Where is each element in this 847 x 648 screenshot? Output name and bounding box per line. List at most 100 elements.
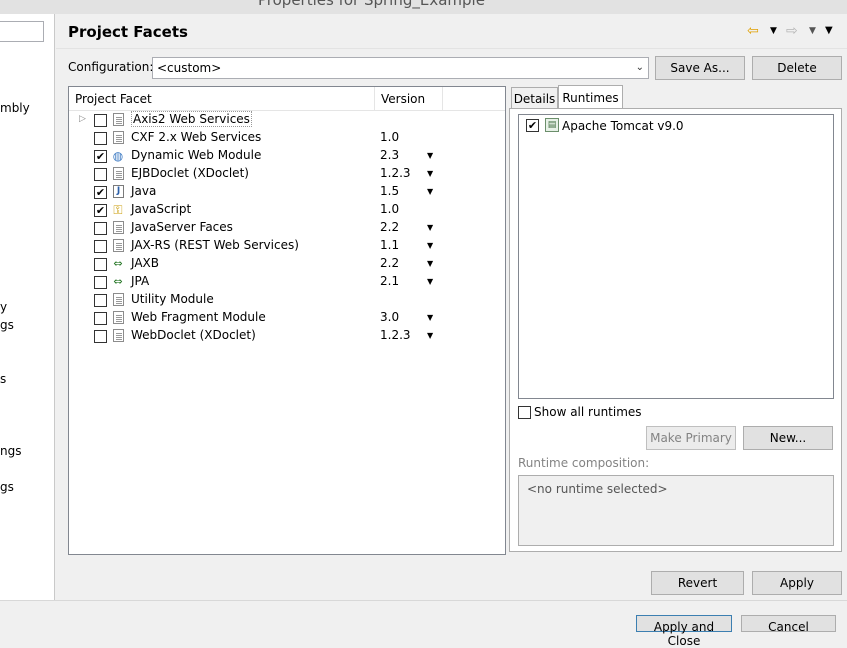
window-titlebar: Properties for Spring_Example bbox=[0, 0, 847, 14]
checkbox[interactable] bbox=[518, 406, 531, 419]
checkbox[interactable]: ✔ bbox=[94, 186, 107, 199]
version-dropdown-icon[interactable]: ▼ bbox=[427, 184, 433, 200]
configuration-value: <custom> bbox=[157, 61, 222, 75]
table-row[interactable]: ✔ ◍ Dynamic Web Module 2.3 ▼ bbox=[69, 147, 505, 165]
forward-menu-icon[interactable]: ▼ bbox=[809, 24, 816, 38]
facet-name: WebDoclet (XDoclet) bbox=[131, 328, 256, 342]
checkbox[interactable] bbox=[94, 132, 107, 145]
revert-button[interactable]: Revert bbox=[651, 571, 744, 595]
facet-version: 1.1 bbox=[380, 238, 400, 252]
cancel-button[interactable]: Cancel bbox=[741, 615, 836, 634]
save-as-button[interactable]: Save As... bbox=[655, 56, 745, 80]
version-dropdown-icon[interactable]: ▼ bbox=[427, 166, 433, 182]
tree-item-fragment[interactable]: mbly bbox=[0, 101, 30, 115]
java-icon: J bbox=[113, 185, 124, 198]
table-row[interactable]: ▷ Axis2 Web Services bbox=[69, 111, 505, 129]
table-row[interactable]: WebDoclet (XDoclet) 1.2.3 ▼ bbox=[69, 327, 505, 345]
facet-version: 2.1 bbox=[380, 274, 400, 288]
checkbox[interactable] bbox=[94, 312, 107, 325]
facet-version: 1.2.3 bbox=[380, 328, 411, 342]
version-dropdown-icon[interactable]: ▼ bbox=[427, 310, 433, 326]
checkbox[interactable] bbox=[94, 258, 107, 271]
apply-and-close-button[interactable]: Apply and Close bbox=[636, 615, 732, 648]
facet-name: Dynamic Web Module bbox=[131, 148, 262, 162]
table-row[interactable]: JavaServer Faces 2.2 ▼ bbox=[69, 219, 505, 237]
runtime-name: Apache Tomcat v9.0 bbox=[562, 119, 684, 133]
facet-name: Java bbox=[131, 184, 157, 198]
checkbox[interactable] bbox=[94, 114, 107, 127]
jaxb-icon: ⇔ bbox=[113, 257, 123, 270]
column-header-facet[interactable]: Project Facet bbox=[69, 87, 375, 111]
apply-button[interactable]: Apply bbox=[752, 571, 842, 595]
version-dropdown-icon[interactable]: ▼ bbox=[427, 274, 433, 290]
table-row[interactable]: Web Fragment Module 3.0 ▼ bbox=[69, 309, 505, 327]
configuration-label: Configuration: bbox=[68, 60, 154, 74]
checkbox[interactable] bbox=[94, 294, 107, 307]
tab-runtimes[interactable]: Runtimes bbox=[558, 85, 623, 109]
facet-name: CXF 2.x Web Services bbox=[131, 130, 262, 144]
document-icon bbox=[113, 293, 124, 306]
table-row[interactable]: ⇔ JAXB 2.2 ▼ bbox=[69, 255, 505, 273]
runtime-composition-label: Runtime composition: bbox=[518, 456, 650, 470]
runtimes-list: ✔ ▤ Apache Tomcat v9.0 bbox=[518, 114, 834, 399]
facet-version: 1.0 bbox=[380, 202, 400, 216]
document-icon bbox=[113, 113, 124, 126]
facet-version: 2.2 bbox=[380, 220, 400, 234]
table-row[interactable]: Utility Module bbox=[69, 291, 505, 309]
facet-version: 2.3 bbox=[380, 148, 400, 162]
facet-name: JavaServer Faces bbox=[131, 220, 233, 234]
table-row[interactable]: ✔ ⚿ JavaScript 1.0 bbox=[69, 201, 505, 219]
left-nav-pane: mbly y gs s ngs gs bbox=[0, 14, 55, 600]
view-menu-icon[interactable]: ▼ bbox=[825, 24, 833, 38]
tree-item-fragment[interactable]: gs bbox=[0, 480, 14, 494]
tab-details[interactable]: Details bbox=[511, 87, 558, 109]
table-row[interactable]: JAX-RS (REST Web Services) 1.1 ▼ bbox=[69, 237, 505, 255]
tree-item-fragment[interactable]: y bbox=[0, 300, 7, 314]
show-all-runtimes-label: Show all runtimes bbox=[534, 405, 642, 419]
checkbox[interactable] bbox=[94, 276, 107, 289]
version-dropdown-icon[interactable]: ▼ bbox=[427, 220, 433, 236]
checkbox[interactable] bbox=[94, 168, 107, 181]
document-icon bbox=[113, 221, 124, 234]
globe-icon: ◍ bbox=[112, 149, 124, 163]
header-separator bbox=[56, 48, 847, 49]
back-arrow-icon[interactable]: ⇦ bbox=[747, 24, 759, 38]
back-menu-icon[interactable]: ▼ bbox=[770, 24, 777, 38]
tree-item-fragment[interactable]: gs bbox=[0, 318, 14, 332]
column-header-version[interactable]: Version bbox=[375, 87, 443, 111]
delete-button[interactable]: Delete bbox=[752, 56, 842, 80]
forward-arrow-icon[interactable]: ⇨ bbox=[786, 24, 798, 38]
checkbox[interactable] bbox=[94, 222, 107, 235]
facet-name: Utility Module bbox=[131, 292, 214, 306]
new-runtime-button[interactable]: New... bbox=[743, 426, 833, 450]
checkbox[interactable]: ✔ bbox=[526, 119, 539, 132]
expand-icon[interactable]: ▷ bbox=[79, 114, 86, 124]
table-row[interactable]: ⇔ JPA 2.1 ▼ bbox=[69, 273, 505, 291]
table-row[interactable]: CXF 2.x Web Services 1.0 bbox=[69, 129, 505, 147]
version-dropdown-icon[interactable]: ▼ bbox=[427, 148, 433, 164]
checkbox[interactable] bbox=[94, 330, 107, 343]
facet-name: JavaScript bbox=[131, 202, 192, 216]
facet-name: EJBDoclet (XDoclet) bbox=[131, 166, 249, 180]
window-title: Properties for Spring_Example bbox=[258, 0, 485, 9]
tree-item-fragment[interactable]: ngs bbox=[0, 444, 21, 458]
list-item[interactable]: ✔ ▤ Apache Tomcat v9.0 bbox=[519, 115, 833, 135]
runtime-composition-box: <no runtime selected> bbox=[518, 475, 834, 546]
facet-version: 1.2.3 bbox=[380, 166, 411, 180]
version-dropdown-icon[interactable]: ▼ bbox=[427, 256, 433, 272]
checkbox[interactable]: ✔ bbox=[94, 204, 107, 217]
make-primary-button[interactable]: Make Primary bbox=[646, 426, 736, 450]
jpa-icon: ⇔ bbox=[113, 275, 123, 288]
version-dropdown-icon[interactable]: ▼ bbox=[427, 328, 433, 344]
configuration-select[interactable]: <custom> ⌄ bbox=[152, 57, 649, 79]
tree-item-fragment[interactable]: s bbox=[0, 372, 6, 386]
version-dropdown-icon[interactable]: ▼ bbox=[427, 238, 433, 254]
facet-name: JAXB bbox=[131, 256, 159, 270]
table-row[interactable]: ✔ J Java 1.5 ▼ bbox=[69, 183, 505, 201]
tab-runtimes-label: Runtimes bbox=[562, 90, 619, 105]
filter-input[interactable] bbox=[0, 21, 44, 42]
show-all-runtimes-checkbox[interactable]: Show all runtimes bbox=[518, 405, 642, 419]
checkbox[interactable]: ✔ bbox=[94, 150, 107, 163]
table-row[interactable]: EJBDoclet (XDoclet) 1.2.3 ▼ bbox=[69, 165, 505, 183]
checkbox[interactable] bbox=[94, 240, 107, 253]
